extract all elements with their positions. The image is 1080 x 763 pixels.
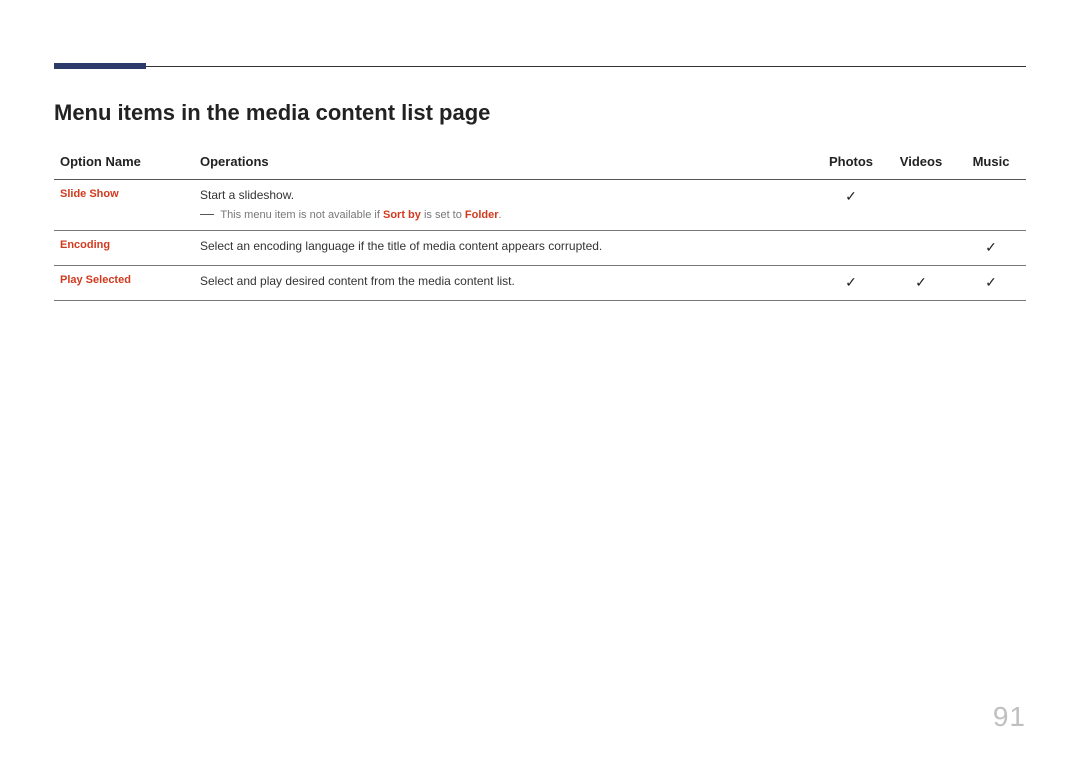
table-header-row: Option Name Operations Photos Videos Mus… xyxy=(54,146,1026,180)
operation-desc: Select an encoding language if the title… xyxy=(194,231,816,266)
note-suffix: . xyxy=(499,209,502,221)
note-key-sortby: Sort by xyxy=(383,209,421,221)
empty-cell xyxy=(816,231,886,266)
header-divider xyxy=(54,66,1026,67)
col-header-option: Option Name xyxy=(54,146,194,180)
main-content: Menu items in the media content list pag… xyxy=(54,100,1026,301)
note-prefix: This menu item is not available if xyxy=(220,209,383,221)
table-row: Play Selected Select and play desired co… xyxy=(54,266,1026,301)
empty-cell xyxy=(886,180,956,208)
check-icon: ✓ xyxy=(816,180,886,208)
col-header-videos: Videos xyxy=(886,146,956,180)
operation-desc: Select and play desired content from the… xyxy=(194,266,816,301)
section-title: Menu items in the media content list pag… xyxy=(54,100,1026,126)
option-name: Play Selected xyxy=(54,266,194,301)
menu-table: Option Name Operations Photos Videos Mus… xyxy=(54,146,1026,301)
table-row-note: This menu item is not available if Sort … xyxy=(54,207,1026,231)
note-mid: is set to xyxy=(421,209,465,221)
col-header-operations: Operations xyxy=(194,146,816,180)
empty-cell xyxy=(54,207,194,231)
page-number: 91 xyxy=(993,701,1026,733)
col-header-photos: Photos xyxy=(816,146,886,180)
empty-cell xyxy=(956,180,1026,208)
note-dash-icon xyxy=(200,214,214,215)
empty-cell xyxy=(886,231,956,266)
table-row: Encoding Select an encoding language if … xyxy=(54,231,1026,266)
option-name: Encoding xyxy=(54,231,194,266)
note-cell: This menu item is not available if Sort … xyxy=(194,207,1026,231)
note-text: This menu item is not available if Sort … xyxy=(220,209,501,221)
table-row: Slide Show Start a slideshow. ✓ xyxy=(54,180,1026,208)
check-icon: ✓ xyxy=(886,266,956,301)
header-accent-bar xyxy=(54,63,146,69)
check-icon: ✓ xyxy=(956,231,1026,266)
note-key-folder: Folder xyxy=(465,209,499,221)
operation-desc: Start a slideshow. xyxy=(194,180,816,208)
check-icon: ✓ xyxy=(956,266,1026,301)
option-name: Slide Show xyxy=(54,180,194,208)
col-header-music: Music xyxy=(956,146,1026,180)
check-icon: ✓ xyxy=(816,266,886,301)
